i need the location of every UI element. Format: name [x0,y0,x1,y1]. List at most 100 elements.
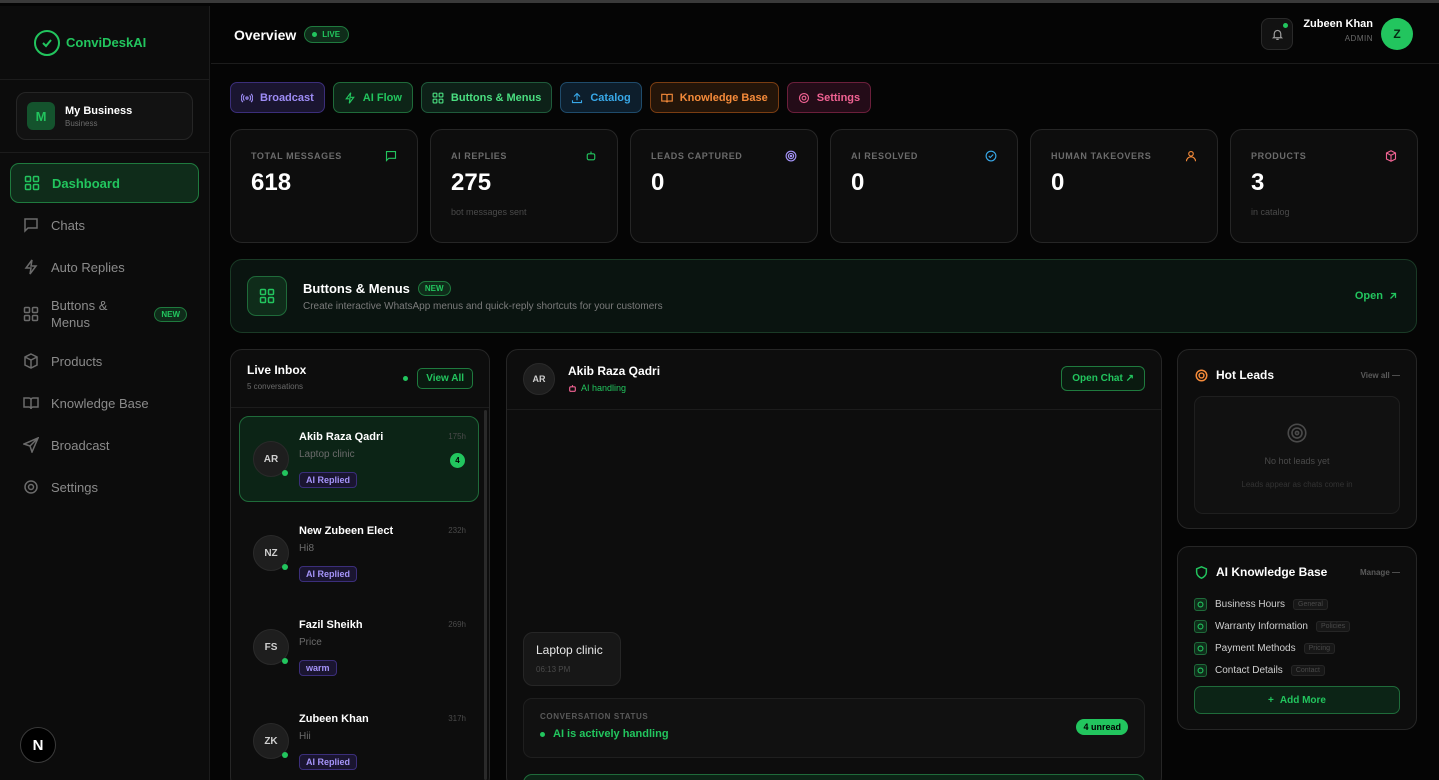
stat-value: 0 [651,169,665,196]
grid-icon [247,276,287,316]
notifications-button[interactable] [1261,18,1293,50]
stat-label: LEADS CAPTURED [651,151,743,161]
user-avatar[interactable]: Z [1381,18,1413,50]
open-button[interactable]: Open [1355,290,1398,302]
open-chat-button[interactable]: Open Chat ↗ [1061,366,1145,391]
nav-item-dashboard[interactable]: Dashboard [10,163,199,203]
online-dot [282,658,288,664]
stat-label: HUMAN TAKEOVERS [1051,151,1152,161]
avatar-initials: ZK [264,735,278,747]
brand-logo[interactable]: ConviDeskAI [0,6,209,80]
nav-label: Auto Replies [51,259,125,275]
buttons-menus-button[interactable]: Buttons & Menus [420,82,553,113]
knowledge-item[interactable]: Warranty Information Policies [1194,615,1351,637]
chat-status: AI handling [568,383,626,393]
stat-card-products: PRODUCTS 3 in catalog [1230,129,1418,243]
nav-item-settings[interactable]: Settings [10,467,199,507]
user-icon [1185,150,1197,162]
scrollbar[interactable] [484,410,487,780]
conversation-time: 269h [448,620,466,629]
notification-dot [1283,23,1288,28]
nav-item-broadcast[interactable]: Broadcast [10,425,199,465]
book-icon [22,395,39,412]
bolt-icon [344,91,355,104]
gear-icon [798,92,809,103]
stat-label: TOTAL MESSAGES [251,151,342,161]
nav-label: Broadcast [51,437,110,453]
knowledge-name: Business Hours [1215,598,1286,610]
knowledge-item[interactable]: Payment Methods Pricing [1194,637,1350,659]
knowledge-tag: Policies [1316,620,1351,632]
knowledge-base-button[interactable]: Knowledge Base [649,82,779,113]
status-tag: AI Replied [299,754,358,770]
bell-icon [1271,29,1283,40]
manage-link[interactable]: Manage — [1360,568,1400,577]
contact-name: Akib Raza Qadri [299,431,384,443]
nav-label: Buttons & Menus [51,298,108,330]
brand-suffix: AI [133,35,147,50]
app: ConviDeskAI M My Business Business Dashb… [0,0,1439,780]
conversation-item[interactable]: ZK Zubeen Khan 317h Hii AI Replied [239,698,479,780]
nav-label: Chats [51,217,85,233]
stat-card-total-messages: TOTAL MESSAGES 618 [230,129,418,243]
arrow-up-right-icon [1390,292,1397,299]
broadcast-button[interactable]: Broadcast [230,82,325,113]
status-tag: AI Replied [299,566,358,582]
nav-label: Settings [51,479,98,495]
feature-text: Buttons & Menus NEW Create interactive Wh… [303,280,663,312]
nav-item-auto-replies[interactable]: Auto Replies [10,247,199,287]
avatar-initials: NZ [264,547,278,559]
conversation-status: CONVERSATION STATUS AI is actively handl… [523,698,1145,758]
message-bubble: Laptop clinic 06:13 PM [523,632,621,686]
nav-item-buttons-menus[interactable]: Buttons & Menus NEW [10,289,199,339]
knowledge-item[interactable]: Business Hours General [1194,593,1350,615]
conversation-item[interactable]: AR Akib Raza Qadri 175h Laptop clinic AI… [239,416,479,502]
main-content: Overview LIVE Zubeen Khan ADMIN Z Broadc… [211,6,1439,780]
nav-item-chats[interactable]: Chats [10,205,199,245]
nav-item-products[interactable]: Products [10,341,199,381]
knowledge-item[interactable]: Contact Details Contact [1194,659,1350,681]
stat-value: 0 [851,169,865,196]
qa-label: Broadcast [260,91,314,104]
chat-action-bar[interactable] [523,774,1145,780]
stat-label: PRODUCTS [1251,151,1307,161]
n-button[interactable]: N [20,727,56,763]
hot-leads-panel: Hot Leads View all — No hot leads yet Le… [1177,349,1417,529]
business-switcher[interactable]: M My Business Business [16,92,193,140]
last-message: Price [299,637,322,648]
box-icon [1385,150,1397,162]
conversation-item[interactable]: NZ New Zubeen Elect 232h Hi8 AI Replied [239,510,479,596]
conversation-item[interactable]: FS Fazil Sheikh 269h Price warm [239,604,479,690]
stat-card-ai-resolved: AI RESOLVED 0 [830,129,1018,243]
avatar-initials: FS [264,641,278,653]
grid-icon [23,175,40,192]
hot-leads-title: Hot Leads [1216,368,1275,382]
view-all-link[interactable]: View all — [1361,371,1400,380]
stat-value: 3 [1251,169,1265,196]
stat-card-leads-captured: LEADS CAPTURED 0 [630,129,818,243]
knowledge-base-panel: AI Knowledge Base Manage — Business Hour… [1177,546,1417,730]
new-badge: NEW [417,280,451,296]
status-tag: AI Replied [299,472,358,488]
user-info[interactable]: Zubeen Khan ADMIN [1303,18,1373,43]
topbar: Overview LIVE Zubeen Khan ADMIN Z [211,6,1439,64]
stat-label: AI RESOLVED [851,151,918,161]
view-all-button[interactable]: View All [417,368,473,389]
feature-title: Buttons & Menus [303,280,410,296]
check-icon [1194,663,1207,677]
conversation-status-value: AI is actively handling [540,728,1128,740]
feature-banner[interactable]: Buttons & Menus NEW Create interactive Wh… [230,259,1417,333]
catalog-button[interactable]: Catalog [560,82,642,113]
status-tag: warm [299,660,337,676]
open-chat-label: Open Chat [1072,373,1123,384]
stat-value: 275 [451,169,492,196]
add-more-button[interactable]: + Add More [1194,686,1400,714]
nav-item-knowledge-base[interactable]: Knowledge Base [10,383,199,423]
settings-button[interactable]: Settings [786,82,872,113]
online-dot [282,752,288,758]
qa-label: Settings [816,91,861,104]
check-icon [1194,641,1207,655]
stat-value: 0 [1051,169,1065,196]
avatar-initials: AR [263,453,279,465]
ai-flow-button[interactable]: AI Flow [332,82,413,113]
